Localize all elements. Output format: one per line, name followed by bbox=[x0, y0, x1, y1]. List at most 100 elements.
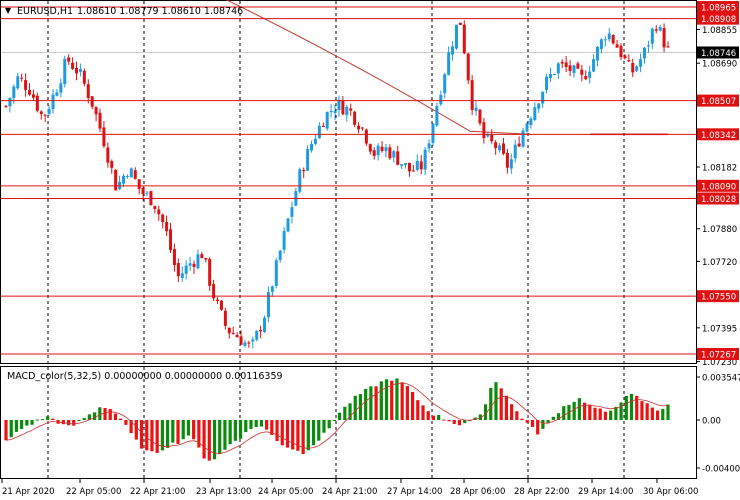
macd-bar-falling bbox=[520, 418, 524, 420]
macd-bar-rising bbox=[551, 416, 555, 420]
candle-bull bbox=[431, 123, 435, 143]
candle-bull bbox=[16, 76, 20, 89]
candle-bear bbox=[71, 62, 75, 69]
candle-bear bbox=[28, 90, 32, 95]
price-tick-label: 1.08855 bbox=[702, 26, 737, 36]
candle-bear bbox=[407, 162, 411, 172]
macd-bar-rising bbox=[20, 420, 24, 429]
candle-bear bbox=[368, 144, 372, 152]
candle-bear bbox=[137, 179, 141, 189]
candle-bull bbox=[537, 103, 541, 109]
macd-bar-rising bbox=[98, 407, 102, 420]
candle-bear bbox=[35, 95, 39, 111]
candle-bull bbox=[427, 143, 431, 149]
candle-bull bbox=[180, 273, 184, 278]
price-level-tag[interactable]: 1.08342 bbox=[697, 128, 739, 141]
candle-bear bbox=[631, 62, 635, 73]
candle-bull bbox=[572, 65, 576, 74]
candle-bear bbox=[110, 161, 114, 168]
macd-bar-rising bbox=[46, 416, 50, 420]
macd-bar-falling bbox=[155, 420, 159, 454]
price-level-tag[interactable]: 1.08090 bbox=[697, 179, 739, 193]
candle-bull bbox=[525, 123, 529, 132]
candle-bull bbox=[642, 47, 646, 59]
macd-bar-rising bbox=[577, 398, 581, 420]
candle-bull bbox=[552, 74, 556, 76]
macd-bar-rising bbox=[541, 420, 545, 429]
candle-bull bbox=[447, 52, 451, 75]
macd-bar-rising bbox=[82, 418, 86, 420]
trading-chart[interactable]: 1.088551.086901.081821.080201.078801.077… bbox=[0, 0, 740, 500]
candle-bull bbox=[599, 39, 603, 49]
macd-bar-rising bbox=[327, 420, 331, 429]
candle-bull bbox=[313, 138, 317, 144]
price-level-tag[interactable]: 1.08965 bbox=[697, 1, 739, 14]
indicator-frame[interactable] bbox=[0, 366, 697, 479]
macd-bar-rising bbox=[661, 408, 665, 420]
macd-bar-falling bbox=[499, 388, 503, 420]
price-level-tag-label: 1.07550 bbox=[701, 293, 736, 303]
candle-bear bbox=[302, 169, 306, 172]
candle-bull bbox=[188, 263, 192, 266]
macd-bar-falling bbox=[176, 420, 180, 444]
candle-bear bbox=[75, 67, 79, 74]
macd-bar-falling bbox=[285, 420, 290, 448]
candle-bear bbox=[94, 106, 98, 115]
symbol-label: EURUSD,H1 bbox=[17, 6, 73, 17]
macd-bar-falling bbox=[452, 420, 456, 424]
candle-bear bbox=[611, 35, 615, 44]
price-axis[interactable]: 1.088551.086901.081821.080201.078801.077… bbox=[696, 1, 739, 368]
price-level-tag-label: 1.07267 bbox=[701, 351, 736, 361]
candle-bear bbox=[98, 112, 102, 129]
price-level-tag[interactable]: 1.08908 bbox=[697, 12, 739, 25]
macd-bar-rising bbox=[343, 406, 347, 420]
macd-tick-label: 0.0035479 bbox=[702, 374, 740, 384]
macd-bar-rising bbox=[317, 420, 321, 441]
candle-bear bbox=[560, 61, 564, 64]
price-chart-frame[interactable] bbox=[0, 0, 697, 364]
candle-bull bbox=[545, 76, 549, 90]
candle-bear bbox=[157, 209, 161, 215]
candle-bull bbox=[556, 63, 560, 74]
candle-bear bbox=[219, 300, 223, 310]
macd-bar-falling bbox=[150, 420, 154, 452]
candle-bear bbox=[239, 336, 243, 345]
macd-bar-falling bbox=[301, 420, 305, 455]
macd-bar-falling bbox=[134, 420, 138, 440]
candle-bear bbox=[568, 65, 572, 72]
price-level-tag[interactable]: 1.07267 bbox=[697, 348, 739, 361]
time-tick-label: 22 Apr 05:00 bbox=[66, 487, 121, 497]
candle-bear bbox=[494, 142, 498, 149]
candle-bear bbox=[223, 310, 227, 326]
candle-bear bbox=[67, 57, 71, 62]
time-tick-label: 24 Apr 05:00 bbox=[258, 487, 313, 497]
macd-bar-rising bbox=[369, 386, 373, 420]
candle-bull bbox=[451, 46, 455, 55]
candle-bear bbox=[580, 69, 584, 75]
macd-bar-falling bbox=[442, 419, 446, 421]
candle-bull bbox=[263, 317, 267, 332]
macd-bar-rising bbox=[30, 420, 34, 425]
candle-bear bbox=[501, 143, 505, 154]
candle-bear bbox=[227, 327, 231, 334]
macd-bar-rising bbox=[14, 420, 19, 432]
candle-bear bbox=[419, 161, 423, 170]
time-tick-label: 24 Apr 21:00 bbox=[322, 487, 377, 497]
candle-bear bbox=[458, 22, 462, 25]
macd-bar-rising bbox=[254, 420, 258, 428]
candle-bear bbox=[39, 111, 43, 115]
macd-bar-falling bbox=[530, 420, 535, 427]
candle-bull bbox=[47, 108, 51, 114]
time-tick-label: 29 Apr 14:00 bbox=[578, 487, 633, 497]
macd-bar-rising bbox=[238, 420, 243, 439]
candle-bear bbox=[380, 146, 384, 151]
macd-bar-falling bbox=[275, 420, 279, 442]
macd-bar-falling bbox=[390, 380, 394, 420]
macd-bar-rising bbox=[619, 402, 623, 420]
price-level-tag[interactable]: 1.08507 bbox=[697, 94, 739, 108]
candle-bear bbox=[161, 214, 165, 223]
macd-bar-falling bbox=[51, 418, 55, 420]
candle-bull bbox=[423, 149, 427, 170]
price-level-tag[interactable]: 1.07550 bbox=[697, 290, 739, 303]
price-level-tag[interactable]: 1.08028 bbox=[697, 192, 739, 205]
